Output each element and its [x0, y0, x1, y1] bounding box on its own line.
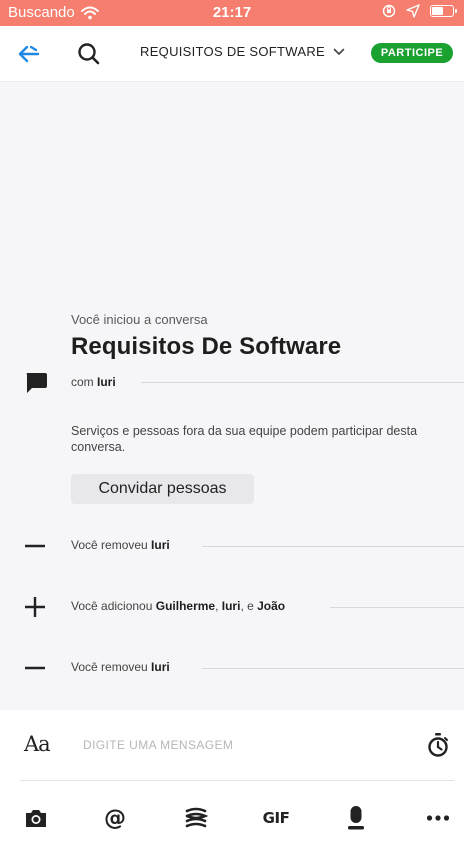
- event-name: Guilherme: [155, 599, 216, 613]
- ephemeral-timer-button[interactable]: [426, 732, 450, 758]
- join-button[interactable]: PARTICIPE: [371, 43, 453, 63]
- system-message-text: Você adicionou Guilherme, Iuri, e João: [71, 599, 285, 613]
- gif-icon: GIF: [262, 809, 290, 827]
- message-input[interactable]: [83, 734, 403, 756]
- participant-name: Iuri: [97, 375, 116, 389]
- system-message-text: Você removeu Iuri: [71, 660, 170, 674]
- divider: [202, 668, 464, 669]
- minus-icon: [25, 666, 45, 670]
- text-format-button[interactable]: Aa: [24, 732, 51, 756]
- composer-divider: [20, 780, 454, 781]
- gif-button[interactable]: GIF: [262, 804, 290, 832]
- conversation-header: REQUISITOS DE SOFTWARE PARTICIPE: [0, 26, 464, 82]
- orientation-lock-icon: [382, 4, 396, 18]
- conversation-name: Requisitos De Software: [71, 333, 342, 360]
- conversation-area[interactable]: Você iniciou a conversa Requisitos De So…: [0, 83, 464, 710]
- back-button[interactable]: [16, 41, 44, 67]
- event-action: Você removeu: [71, 538, 152, 552]
- system-message: Você removeu Iuri: [0, 534, 464, 558]
- plus-icon: [25, 597, 45, 617]
- minus-icon: [25, 544, 45, 548]
- mention-button[interactable]: @: [101, 804, 129, 832]
- location-icon: [406, 4, 420, 18]
- divider: [202, 546, 464, 547]
- timer-icon: [428, 733, 448, 757]
- system-message: Você adicionou Guilherme, Iuri, e João: [0, 595, 464, 619]
- event-name: Iuri: [221, 599, 241, 613]
- event-name: Iuri: [151, 538, 170, 552]
- audio-message-button[interactable]: [342, 804, 370, 832]
- conversation-title: REQUISITOS DE SOFTWARE: [140, 44, 326, 59]
- event-name: Iuri: [151, 660, 170, 674]
- mention-icon: @: [104, 805, 126, 831]
- chat-bubble-icon: [26, 373, 47, 393]
- event-action: Você removeu: [71, 660, 152, 674]
- more-button[interactable]: [424, 804, 452, 832]
- with-prefix: com: [71, 375, 98, 389]
- microphone-icon: [348, 806, 364, 830]
- participants-line: com Iuri: [71, 375, 116, 389]
- event-action: Você adicionou: [71, 599, 156, 613]
- event-separator: , e: [240, 599, 258, 613]
- message-composer: Aa @ GIF: [0, 710, 464, 848]
- camera-button[interactable]: [22, 804, 50, 832]
- back-arrow-icon: [18, 45, 40, 63]
- status-bar: Buscando 21:17: [0, 0, 464, 26]
- giphy-icon: [185, 807, 208, 828]
- invite-people-button[interactable]: Convidar pessoas: [71, 474, 254, 504]
- giphy-button[interactable]: [182, 804, 210, 832]
- conversation-title-dropdown[interactable]: REQUISITOS DE SOFTWARE: [140, 44, 345, 59]
- event-separator: ,: [215, 599, 222, 613]
- chevron-down-icon: [333, 48, 345, 55]
- event-name: João: [257, 599, 286, 613]
- system-message-text: Você removeu Iuri: [71, 538, 170, 552]
- divider: [141, 382, 464, 383]
- battery-level: [432, 7, 443, 15]
- visibility-notice: Serviços e pessoas fora da sua equipe po…: [71, 424, 418, 454]
- camera-icon: [26, 810, 46, 827]
- more-icon: [426, 815, 450, 821]
- started-label: Você iniciou a conversa: [71, 312, 208, 327]
- divider: [330, 607, 464, 608]
- battery-icon: [430, 5, 457, 17]
- search-button[interactable]: [76, 41, 102, 67]
- system-message: Você removeu Iuri: [0, 656, 464, 680]
- status-right: [382, 4, 457, 18]
- search-icon: [78, 43, 100, 65]
